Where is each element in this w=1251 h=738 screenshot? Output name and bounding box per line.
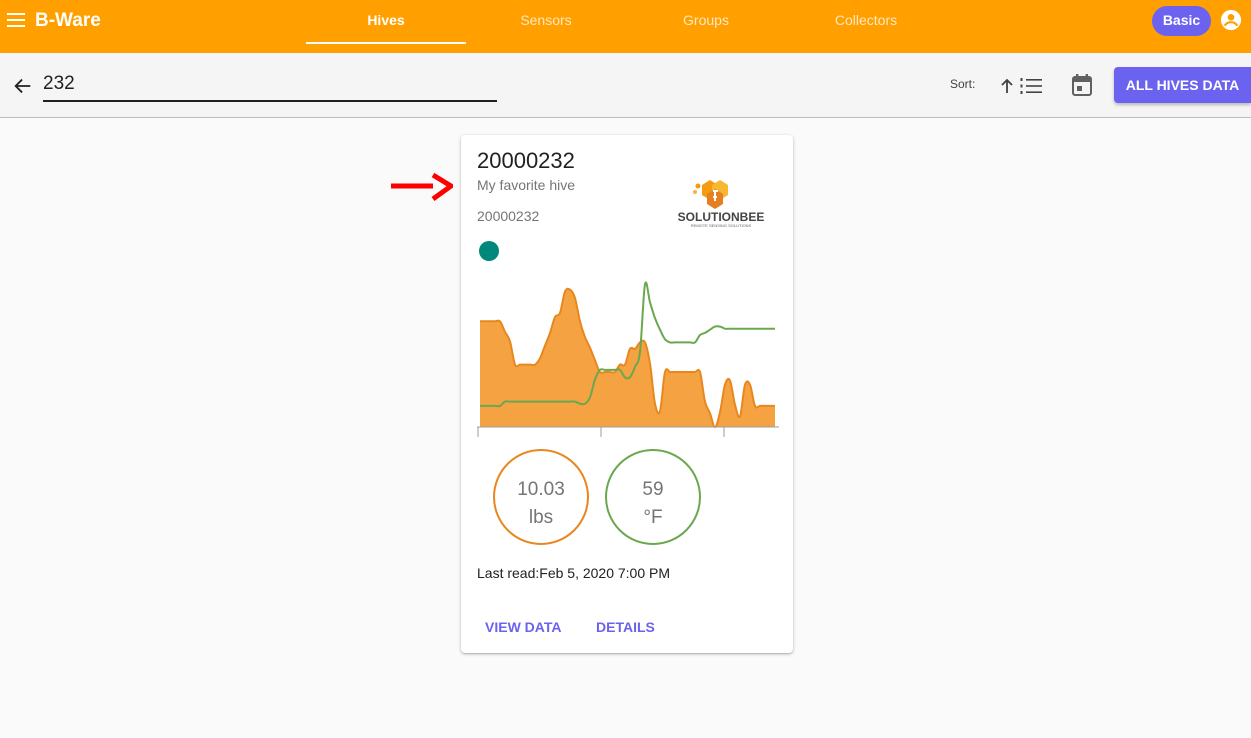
solutionbee-logo: SOLUTIONBEE REMOTE SENSING SOLUTIONS <box>678 180 765 228</box>
hive-subtitle: My favorite hive <box>477 177 576 193</box>
app-title: B-Ware <box>35 10 101 31</box>
hive-history-chart <box>477 281 779 437</box>
app-bar: B-Ware Hives Sensors Groups Collectors B… <box>0 0 1251 53</box>
temperature-gauge: 59 °F <box>605 449 701 545</box>
details-button[interactable]: DETAILS <box>596 615 655 639</box>
tab-sensors[interactable]: Sensors <box>466 0 626 45</box>
temperature-value: 59 <box>642 479 664 500</box>
hive-code: 20000232 <box>477 208 540 224</box>
temperature-unit: °F <box>643 507 663 528</box>
weight-unit: lbs <box>528 507 554 528</box>
hive-card: 20000232 My favorite hive 20000232 SOLUT… <box>461 135 793 653</box>
view-data-button[interactable]: VIEW DATA <box>485 615 561 639</box>
account-circle-icon[interactable] <box>1220 9 1242 31</box>
weight-gauge: 10.03 lbs <box>493 449 589 545</box>
all-hives-data-button[interactable]: ALL HIVES DATA <box>1114 67 1251 103</box>
sort-label: Sort: <box>950 77 976 91</box>
menu-icon[interactable] <box>7 13 25 27</box>
active-tab-indicator <box>306 42 466 44</box>
hive-title: 20000232 <box>477 148 575 173</box>
sort-list-icon[interactable] <box>1019 76 1043 96</box>
calendar-icon[interactable] <box>1071 73 1093 97</box>
last-read-value: Feb 5, 2020 7:00 PM <box>539 565 671 581</box>
logo-tagline-text: REMOTE SENSING SOLUTIONS <box>691 223 752 228</box>
search-toolbar: Sort: ALL HIVES DATA <box>0 53 1251 118</box>
plan-badge[interactable]: Basic <box>1152 6 1211 36</box>
search-input[interactable] <box>43 66 497 102</box>
red-arrow-annotation <box>391 172 453 202</box>
tab-groups[interactable]: Groups <box>626 0 786 45</box>
last-read-label: Last read: <box>477 565 540 581</box>
status-indicator <box>479 241 499 261</box>
logo-brand-text: SOLUTIONBEE <box>678 210 765 224</box>
tab-hives[interactable]: Hives <box>306 0 466 45</box>
arrow-up-icon[interactable] <box>999 77 1015 95</box>
arrow-left-icon[interactable] <box>12 75 34 97</box>
tab-collectors[interactable]: Collectors <box>786 0 946 45</box>
weight-value: 10.03 <box>517 479 565 500</box>
last-read: Last read:Feb 5, 2020 7:00 PM <box>477 565 670 581</box>
